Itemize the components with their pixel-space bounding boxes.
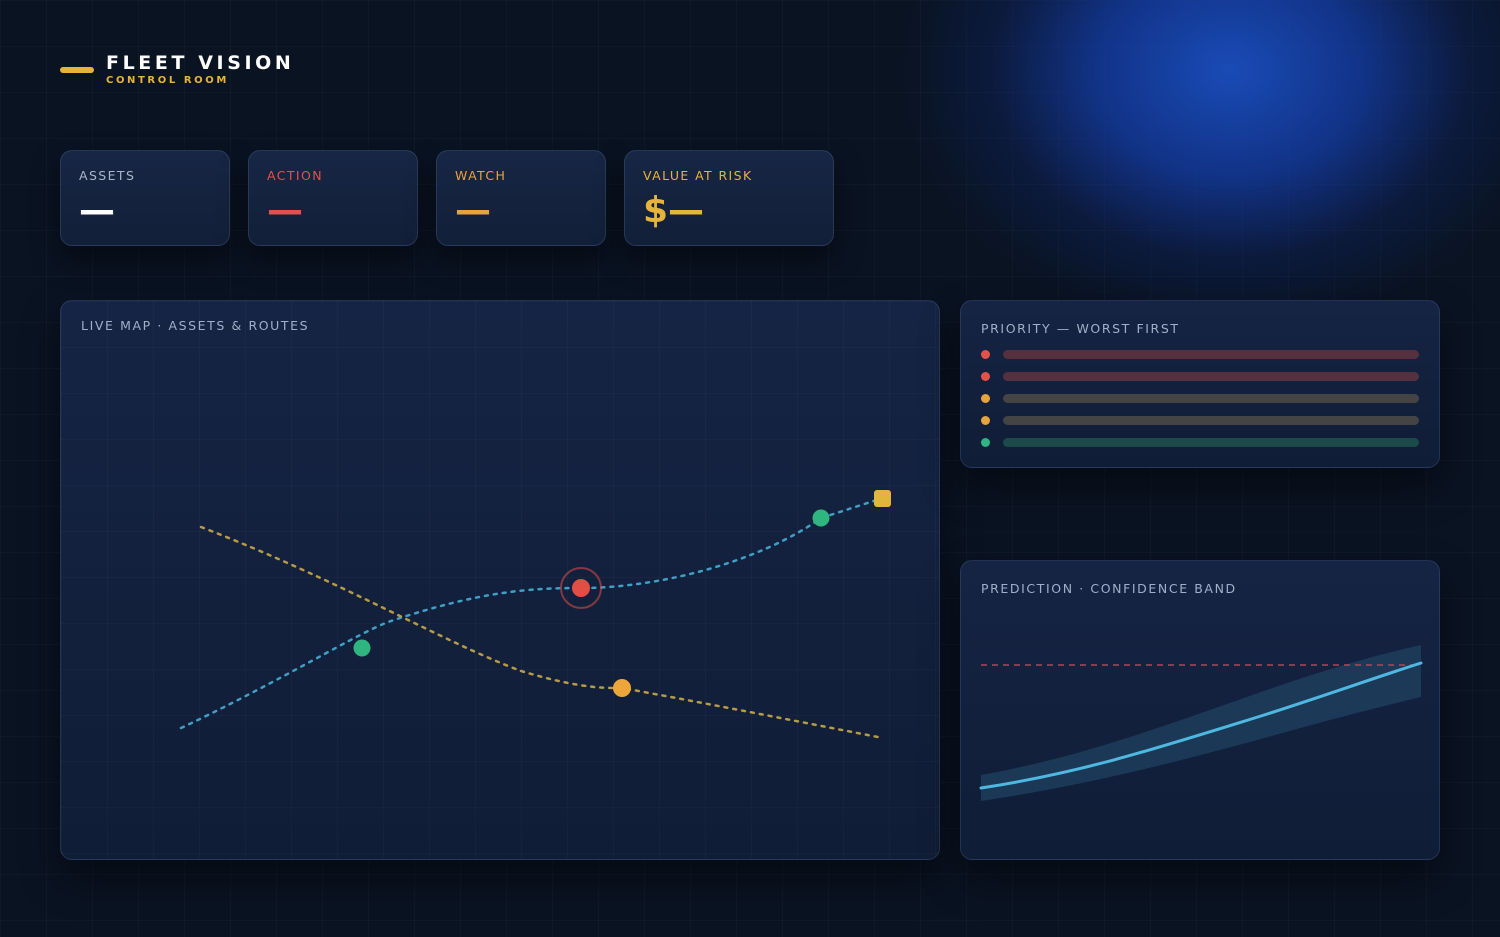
priority-bar xyxy=(1003,372,1419,381)
route-line-amber xyxy=(199,525,885,740)
kpi-value: — xyxy=(267,190,303,231)
priority-item[interactable] xyxy=(981,350,1421,360)
kpi-card-value-at-risk[interactable]: VALUE AT RISK $— xyxy=(624,150,834,246)
kpi-card-watch[interactable]: WATCH — xyxy=(436,150,606,246)
route-line-blue xyxy=(179,496,885,730)
live-map-canvas[interactable] xyxy=(61,301,940,860)
priority-panel: PRIORITY — WORST FIRST xyxy=(960,300,1440,468)
destination-marker[interactable] xyxy=(874,490,891,507)
kpi-card-assets[interactable]: ASSETS — xyxy=(60,150,230,246)
priority-item[interactable] xyxy=(981,394,1421,404)
status-dot xyxy=(981,372,990,381)
prediction-chart[interactable] xyxy=(961,561,1440,860)
priority-bar xyxy=(1003,416,1419,425)
priority-bar xyxy=(1003,438,1419,447)
asset-marker-ok[interactable] xyxy=(812,509,830,527)
panel-title: PRIORITY — WORST FIRST xyxy=(981,321,1180,336)
kpi-card-action[interactable]: ACTION — xyxy=(248,150,418,246)
brand-accent-bar xyxy=(60,67,94,73)
status-dot xyxy=(981,438,990,447)
prediction-panel: PREDICTION · CONFIDENCE BAND xyxy=(960,560,1440,860)
app-title: FLEET VISION xyxy=(106,52,295,74)
kpi-label: WATCH xyxy=(455,168,507,183)
kpi-label: ASSETS xyxy=(79,168,136,183)
status-dot xyxy=(981,416,990,425)
asset-marker-alert[interactable] xyxy=(572,579,590,597)
kpi-value: — xyxy=(455,190,491,231)
kpi-value: $— xyxy=(643,190,705,231)
confidence-band xyxy=(981,645,1421,801)
priority-item[interactable] xyxy=(981,416,1421,426)
priority-bar xyxy=(1003,350,1419,359)
app-subtitle: CONTROL ROOM xyxy=(106,75,229,86)
priority-item[interactable] xyxy=(981,438,1421,448)
asset-marker-watch[interactable] xyxy=(613,679,631,697)
kpi-label: VALUE AT RISK xyxy=(643,168,753,183)
priority-bar xyxy=(1003,394,1419,403)
status-dot xyxy=(981,350,990,359)
status-dot xyxy=(981,394,990,403)
priority-item[interactable] xyxy=(981,372,1421,382)
live-map-panel[interactable]: LIVE MAP · ASSETS & ROUTES xyxy=(60,300,940,860)
asset-marker-ok[interactable] xyxy=(353,639,371,657)
kpi-value: — xyxy=(79,190,115,231)
kpi-label: ACTION xyxy=(267,168,323,183)
